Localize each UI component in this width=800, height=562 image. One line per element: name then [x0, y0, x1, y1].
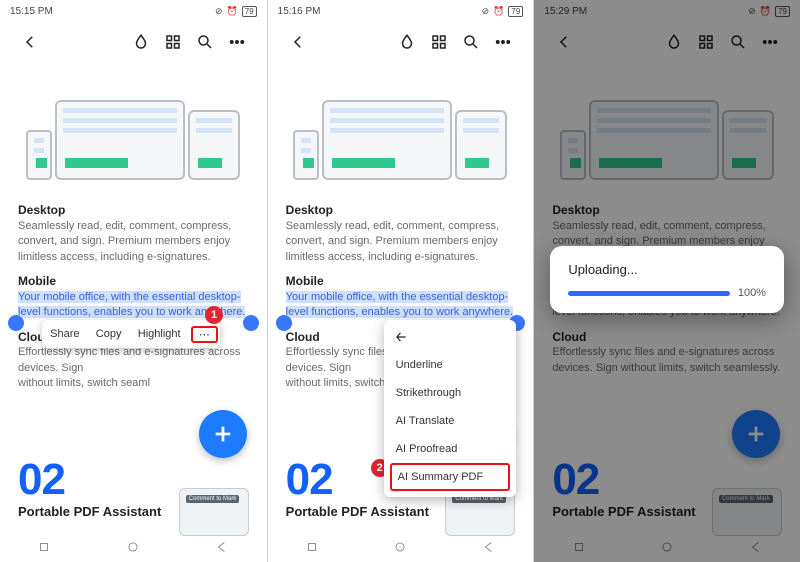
selection-popup: Share Copy Highlight ⋯: [42, 320, 220, 348]
panel-2: 15:16 PM ⊘ ⏰ 79 Desktop Seamlessly read,…: [267, 0, 534, 562]
selection-handle-start[interactable]: [8, 315, 24, 331]
text-cloud-1: Effortlessly sync files and e-signatures…: [18, 345, 249, 376]
grid-icon[interactable]: [423, 26, 455, 58]
alarm-icon: ⏰: [760, 6, 771, 17]
app-toolbar: [268, 22, 534, 62]
status-time: 15:15 PM: [10, 6, 53, 17]
ink-icon[interactable]: [391, 26, 423, 58]
text-desktop: Seamlessly read, edit, comment, compress…: [18, 219, 249, 265]
popup-copy[interactable]: Copy: [90, 328, 128, 340]
step-badge-1: 1: [205, 306, 223, 324]
battery-indicator: 79: [508, 6, 523, 17]
menu-ai-proofread[interactable]: AI Proofread: [384, 435, 516, 463]
heading-mobile: Mobile: [286, 273, 516, 290]
nav-bar: [268, 536, 534, 562]
search-icon[interactable]: [722, 26, 754, 58]
page-footer: 02 Portable PDF Assistant Comment to Mar…: [18, 458, 249, 536]
hero-illustration: [552, 70, 782, 180]
more-icon[interactable]: [487, 26, 519, 58]
selection-handle-end[interactable]: [243, 315, 259, 331]
upload-progress-bar: [568, 291, 730, 296]
nav-bar: [534, 536, 800, 562]
status-time: 15:29 PM: [544, 6, 587, 17]
nav-back-icon[interactable]: [482, 540, 496, 559]
document-body[interactable]: Desktop Seamlessly read, edit, comment, …: [0, 180, 267, 392]
preview-label: Comment to Mark: [719, 495, 773, 503]
heading-desktop: Desktop: [552, 202, 782, 219]
text-cloud-2: without limits, switch seaml: [18, 376, 249, 391]
context-menu: Underline Strikethrough AI Translate AI …: [384, 320, 516, 497]
hero-illustration: [18, 70, 249, 180]
menu-back-icon[interactable]: [394, 331, 408, 348]
menu-ai-translate[interactable]: AI Translate: [384, 407, 516, 435]
nav-recent-icon[interactable]: [572, 540, 586, 559]
battery-indicator: 79: [775, 6, 790, 17]
status-bar: 15:29 PM ⊘ ⏰ 79: [534, 0, 800, 22]
vibrate-icon: ⊘: [482, 6, 490, 17]
back-button[interactable]: [282, 26, 314, 58]
heading-desktop: Desktop: [18, 202, 249, 219]
grid-icon[interactable]: [157, 26, 189, 58]
selection-handle-start[interactable]: [276, 315, 292, 331]
fab-add[interactable]: [199, 410, 247, 458]
nav-home-icon[interactable]: [126, 540, 140, 559]
heading-cloud: Cloud: [552, 329, 782, 346]
status-bar: 15:16 PM ⊘ ⏰ 79: [268, 0, 534, 22]
selected-text[interactable]: Your mobile office, with the essential d…: [286, 291, 513, 318]
popup-share[interactable]: Share: [44, 328, 85, 340]
nav-recent-icon[interactable]: [305, 540, 319, 559]
menu-strikethrough[interactable]: Strikethrough: [384, 379, 516, 407]
preview-thumb: Comment to Mark: [712, 488, 782, 536]
vibrate-icon: ⊘: [748, 6, 756, 17]
grid-icon[interactable]: [690, 26, 722, 58]
search-icon[interactable]: [455, 26, 487, 58]
app-toolbar: [0, 22, 267, 62]
upload-modal: Uploading... 100%: [550, 246, 784, 313]
nav-home-icon[interactable]: [660, 540, 674, 559]
ink-icon[interactable]: [125, 26, 157, 58]
panel-1: 15:15 PM ⊘ ⏰ 79 Desktop Seamlessly read,…: [0, 0, 267, 562]
nav-back-icon[interactable]: [215, 540, 229, 559]
ink-icon[interactable]: [658, 26, 690, 58]
alarm-icon: ⏰: [493, 6, 504, 17]
text-desktop: Seamlessly read, edit, comment, compress…: [286, 219, 516, 265]
back-button[interactable]: [14, 26, 46, 58]
heading-desktop: Desktop: [286, 202, 516, 219]
nav-home-icon[interactable]: [393, 540, 407, 559]
status-bar: 15:15 PM ⊘ ⏰ 79: [0, 0, 267, 22]
alarm-icon: ⏰: [227, 6, 238, 17]
battery-indicator: 79: [242, 6, 257, 17]
menu-ai-summary-pdf[interactable]: AI Summary PDF: [390, 463, 510, 491]
back-button[interactable]: [548, 26, 580, 58]
heading-mobile: Mobile: [18, 273, 249, 290]
upload-percent: 100%: [738, 287, 766, 299]
preview-thumb: Comment to Mark: [179, 488, 249, 536]
menu-underline[interactable]: Underline: [384, 351, 516, 379]
nav-recent-icon[interactable]: [37, 540, 51, 559]
popup-more-button[interactable]: ⋯: [191, 326, 218, 343]
search-icon[interactable]: [189, 26, 221, 58]
vibrate-icon: ⊘: [215, 6, 223, 17]
upload-title: Uploading...: [568, 262, 766, 277]
page-footer: 02 Portable PDF Assistant Comment to Mar…: [552, 458, 782, 536]
text-cloud-1: Effortlessly sync files and e-signatures…: [552, 345, 782, 376]
more-icon[interactable]: [221, 26, 253, 58]
panel-3: 15:29 PM ⊘ ⏰ 79 Desktop Seamlessly read,…: [533, 0, 800, 562]
popup-highlight[interactable]: Highlight: [132, 328, 187, 340]
hero-illustration: [286, 70, 516, 180]
status-time: 15:16 PM: [278, 6, 321, 17]
nav-bar: [0, 536, 267, 562]
fab-add[interactable]: [732, 410, 780, 458]
more-icon[interactable]: [754, 26, 786, 58]
nav-back-icon[interactable]: [749, 540, 763, 559]
app-toolbar: [534, 22, 800, 62]
preview-label: Comment to Mark: [186, 495, 240, 503]
